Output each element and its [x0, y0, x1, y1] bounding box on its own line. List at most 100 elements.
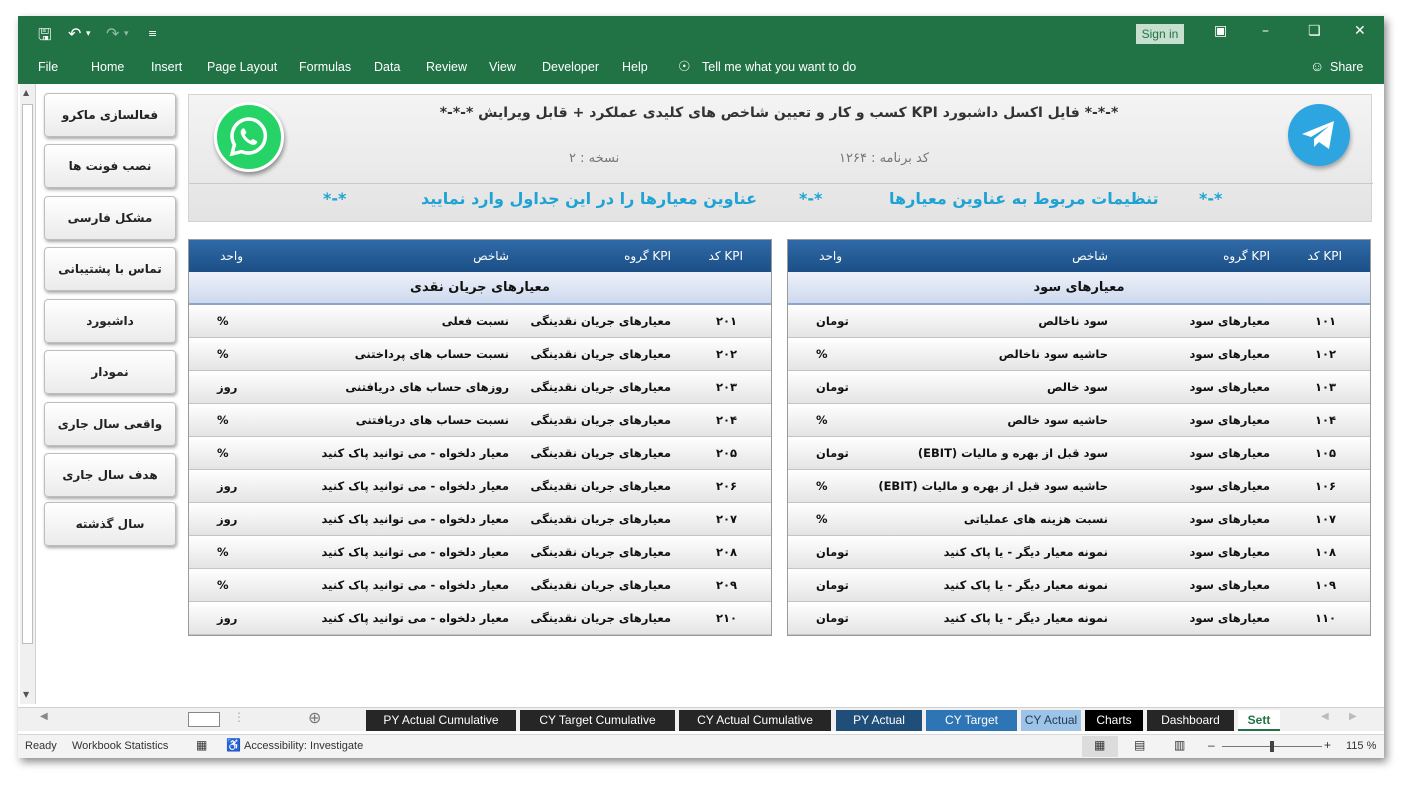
kpi-group[interactable]: معیارهای سود: [1190, 305, 1271, 338]
kpi-code[interactable]: ۲۰۵: [716, 437, 737, 470]
redo-dropdown-icon[interactable]: ▾: [124, 29, 129, 39]
sheet-tab[interactable]: Dashboard: [1147, 710, 1234, 731]
kpi-indicator[interactable]: حاشیه سود قبل از بهره و مالیات (EBIT): [878, 470, 1108, 503]
sheet-tab[interactable]: PY Actual Cumulative: [366, 710, 516, 731]
tab-review[interactable]: Review: [426, 60, 467, 74]
table-row[interactable]: ۲۰۲ معیارهای جریان نقدینگی نسبت حساب های پ…: [189, 338, 771, 371]
kpi-code[interactable]: ۱۰۹: [1315, 569, 1336, 602]
kpi-group[interactable]: معیارهای جریان نقدینگی: [530, 338, 671, 371]
kpi-group[interactable]: معیارهای جریان نقدینگی: [530, 503, 671, 536]
table-row[interactable]: ۱۱۰ معیارهای سود نمونه معیار دیگر - یا پاک…: [788, 602, 1370, 635]
table-row[interactable]: ۱۰۹ معیارهای سود نمونه معیار دیگر - یا پاک…: [788, 569, 1370, 602]
undo-dropdown-icon[interactable]: ▾: [86, 29, 91, 39]
table-row[interactable]: ۱۰۸ معیارهای سود نمونه معیار دیگر - یا پاک…: [788, 536, 1370, 569]
kpi-code[interactable]: ۱۰۸: [1315, 536, 1336, 569]
table-row[interactable]: ۱۰۴ معیارهای سود حاشیه سود خالص%: [788, 404, 1370, 437]
kpi-indicator[interactable]: نسبت هزینه های عملیاتی: [964, 503, 1108, 536]
next-sheet-icon[interactable]: ▶: [1349, 711, 1357, 722]
page-layout-view-icon[interactable]: ▤: [1134, 738, 1145, 752]
tab-page-layout[interactable]: Page Layout: [207, 60, 277, 74]
kpi-unit[interactable]: %: [217, 305, 229, 338]
kpi-indicator[interactable]: معیار دلخواه - می توانید پاک کنید: [322, 503, 510, 536]
table-row[interactable]: ۲۰۴ معیارهای جریان نقدینگی نسبت حساب های د…: [189, 404, 771, 437]
kpi-code[interactable]: ۲۰۳: [716, 371, 737, 404]
kpi-code[interactable]: ۱۰۲: [1315, 338, 1336, 371]
kpi-unit[interactable]: روز: [217, 503, 237, 536]
kpi-group[interactable]: معیارهای جریان نقدینگی: [530, 602, 671, 635]
table-row[interactable]: ۲۰۹ معیارهای جریان نقدینگی معیار دلخواه - …: [189, 569, 771, 602]
table-row[interactable]: ۲۰۸ معیارهای جریان نقدینگی معیار دلخواه - …: [189, 536, 771, 569]
kpi-code[interactable]: ۲۰۸: [716, 536, 737, 569]
sheet-tab[interactable]: CY Actual: [1021, 710, 1081, 731]
scroll-up-icon[interactable]: ▲: [23, 88, 29, 97]
kpi-indicator[interactable]: معیار دلخواه - می توانید پاک کنید: [322, 536, 510, 569]
kpi-group[interactable]: معیارهای سود: [1190, 371, 1271, 404]
tab-view[interactable]: View: [489, 60, 516, 74]
kpi-indicator[interactable]: روزهای حساب های دریافتنی: [345, 371, 509, 404]
kpi-code[interactable]: ۲۰۷: [716, 503, 737, 536]
table-row[interactable]: ۱۰۵ معیارهای سود سود قبل از بهره و مالیات …: [788, 437, 1370, 470]
kpi-unit[interactable]: تومان: [816, 536, 849, 569]
minimize-icon[interactable]: –: [1262, 23, 1269, 39]
kpi-indicator[interactable]: نمونه معیار دیگر - یا پاک کنید: [944, 536, 1108, 569]
kpi-code[interactable]: ۱۰۱: [1315, 305, 1336, 338]
kpi-indicator[interactable]: نسبت فعلی: [442, 305, 509, 338]
table-row[interactable]: ۲۱۰ معیارهای جریان نقدینگی معیار دلخواه - …: [189, 602, 771, 635]
tell-me-search[interactable]: Tell me what you want to do: [702, 60, 856, 74]
table-row[interactable]: ۱۰۶ معیارهای سود حاشیه سود قبل از بهره و م…: [788, 470, 1370, 503]
tab-insert[interactable]: Insert: [151, 60, 182, 74]
current-year-actual-button[interactable]: واقعی سال جاری: [44, 402, 176, 446]
persian-issue-button[interactable]: مشکل فارسی: [44, 196, 176, 240]
add-sheet-icon[interactable]: ⊕: [308, 708, 321, 727]
kpi-indicator[interactable]: حاشیه سود ناخالص: [999, 338, 1108, 371]
kpi-unit[interactable]: روز: [217, 371, 237, 404]
kpi-unit[interactable]: %: [217, 437, 229, 470]
share-button[interactable]: Share: [1330, 60, 1363, 74]
kpi-group[interactable]: معیارهای سود: [1190, 602, 1271, 635]
save-icon[interactable]: 🖫: [38, 24, 52, 51]
kpi-code[interactable]: ۲۰۴: [716, 404, 737, 437]
sheet-tab[interactable]: CY Actual Cumulative: [679, 710, 831, 731]
workbook-statistics[interactable]: Workbook Statistics: [72, 740, 168, 752]
kpi-code[interactable]: ۱۰۵: [1315, 437, 1336, 470]
telegram-icon[interactable]: [1288, 104, 1350, 166]
whatsapp-icon[interactable]: [214, 102, 284, 172]
accessibility-icon[interactable]: ♿: [226, 738, 241, 752]
kpi-unit[interactable]: تومان: [816, 305, 849, 338]
kpi-unit[interactable]: %: [816, 470, 828, 503]
scroll-thumb[interactable]: [22, 104, 33, 644]
macro-recording-icon[interactable]: ▦: [196, 738, 207, 752]
zoom-level[interactable]: 115 %: [1346, 740, 1376, 752]
sheet-tab[interactable]: CY Target: [926, 710, 1017, 731]
activate-macros-button[interactable]: فعالسازی ماکرو: [44, 93, 176, 137]
table-row[interactable]: ۱۰۳ معیارهای سود سود خالص تومان: [788, 371, 1370, 404]
table-row[interactable]: ۲۰۷ معیارهای جریان نقدینگی معیار دلخواه - …: [189, 503, 771, 536]
zoom-out-icon[interactable]: –: [1208, 738, 1215, 752]
kpi-group[interactable]: معیارهای جریان نقدینگی: [530, 536, 671, 569]
sheet-tab[interactable]: Charts: [1085, 710, 1143, 731]
kpi-group[interactable]: معیارهای جریان نقدینگی: [530, 371, 671, 404]
kpi-group[interactable]: معیارهای سود: [1190, 503, 1271, 536]
kpi-indicator[interactable]: نسبت حساب های دریافتنی: [356, 404, 509, 437]
kpi-unit[interactable]: %: [217, 536, 229, 569]
kpi-unit[interactable]: تومان: [816, 569, 849, 602]
kpi-code[interactable]: ۱۰۷: [1315, 503, 1336, 536]
current-year-target-button[interactable]: هدف سال جاری: [44, 453, 176, 497]
kpi-group[interactable]: معیارهای سود: [1190, 338, 1271, 371]
kpi-code[interactable]: ۱۱۰: [1315, 602, 1336, 635]
kpi-unit[interactable]: %: [217, 338, 229, 371]
table-row[interactable]: ۲۰۳ معیارهای جریان نقدینگی روزهای حساب های…: [189, 371, 771, 404]
kpi-code[interactable]: ۱۰۳: [1315, 371, 1336, 404]
kpi-indicator[interactable]: معیار دلخواه - می توانید پاک کنید: [322, 569, 510, 602]
kpi-unit[interactable]: %: [816, 338, 828, 371]
close-icon[interactable]: ✕: [1354, 23, 1366, 39]
install-fonts-button[interactable]: نصب فونت ها: [44, 144, 176, 188]
kpi-unit[interactable]: تومان: [816, 437, 849, 470]
vertical-scrollbar[interactable]: ▲ ▼: [20, 84, 36, 704]
kpi-code[interactable]: ۱۰۶: [1315, 470, 1336, 503]
customize-toolbar-icon[interactable]: ≡: [148, 27, 157, 40]
contact-support-button[interactable]: تماس با پشتیبانی: [44, 247, 176, 291]
zoom-in-icon[interactable]: +: [1324, 738, 1331, 752]
more-options-icon[interactable]: ⋮: [233, 710, 245, 724]
kpi-unit[interactable]: روز: [217, 470, 237, 503]
